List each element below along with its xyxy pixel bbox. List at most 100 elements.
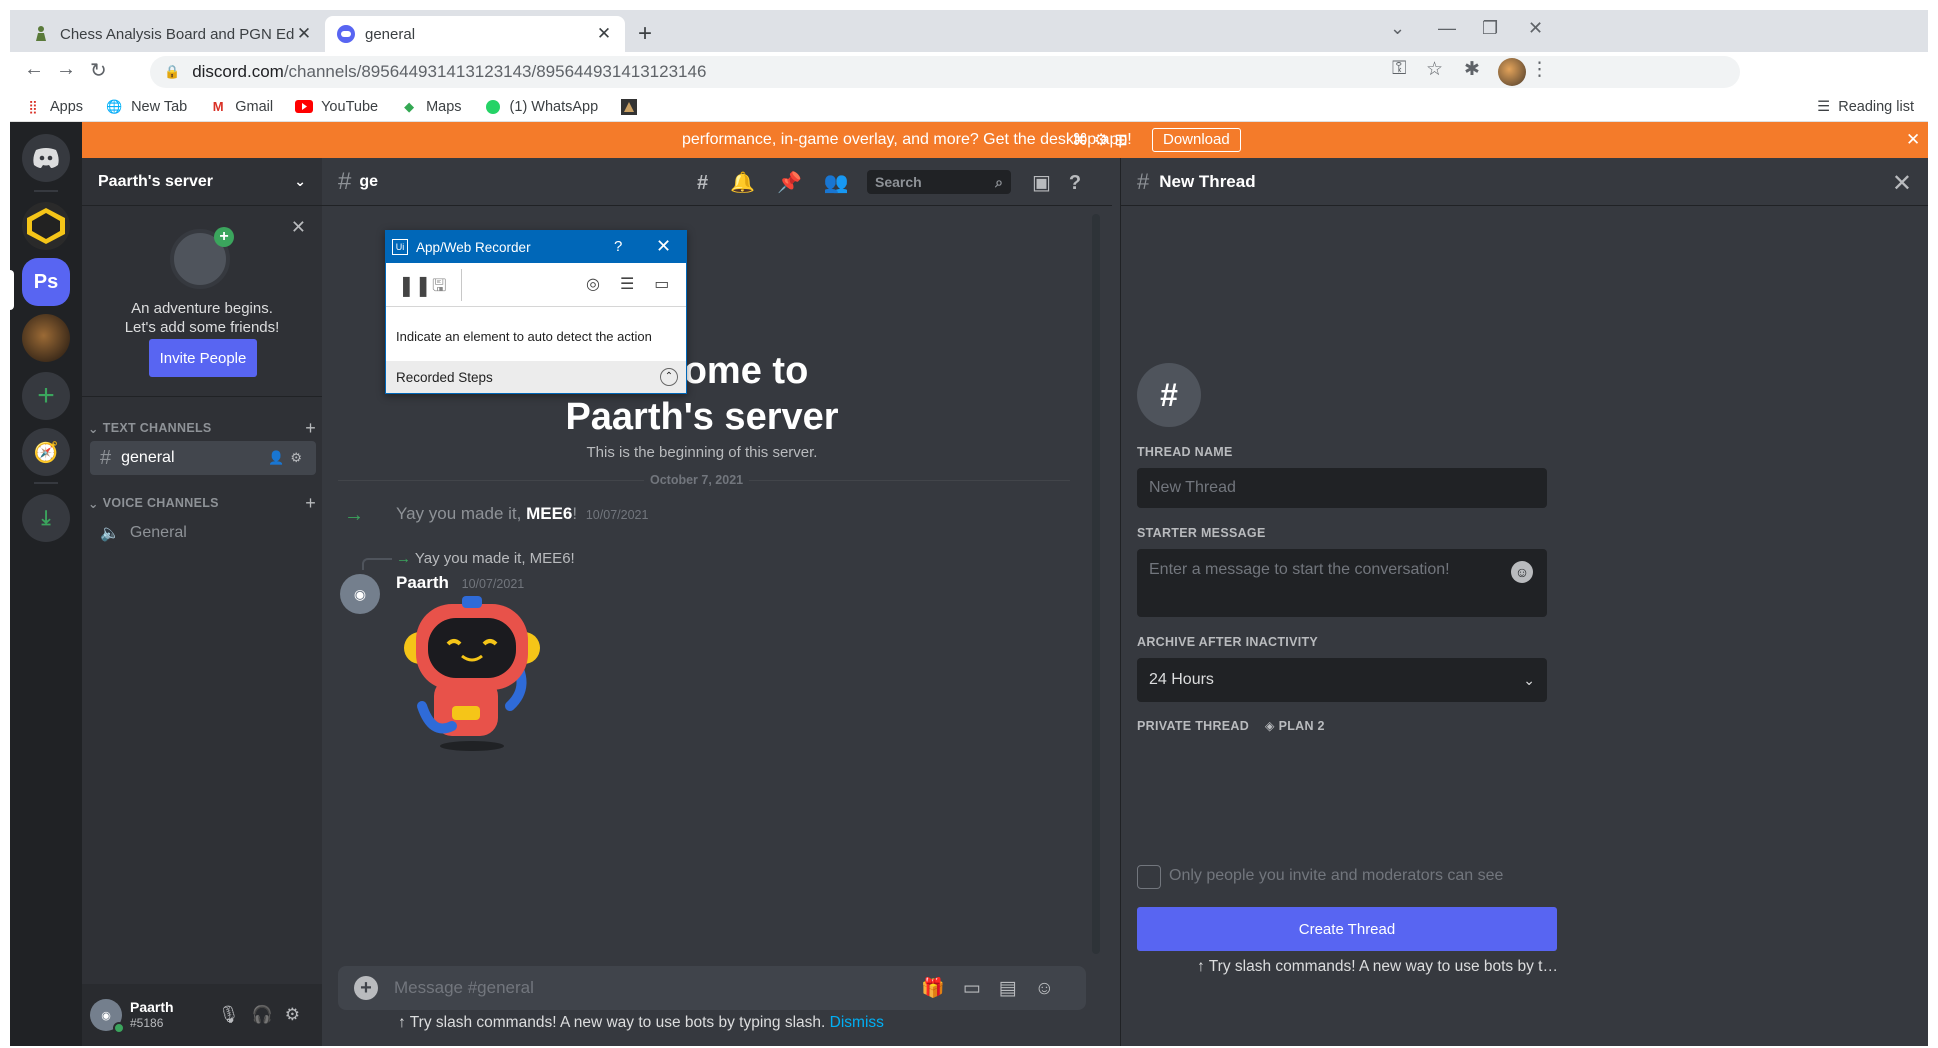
profile-avatar[interactable] — [1498, 58, 1526, 86]
close-icon[interactable]: ✕ — [291, 217, 306, 238]
chevron-down-icon: ⌄ — [1523, 671, 1535, 688]
attach-plus-icon[interactable]: + — [354, 976, 378, 1000]
category-text-channels[interactable]: ⌄ TEXT CHANNELS + — [88, 418, 316, 438]
star-icon[interactable]: ☆ — [1426, 58, 1443, 81]
create-channel-icon[interactable]: + — [305, 418, 316, 439]
friends-illustration-icon: + — [170, 227, 234, 289]
compass-icon: 🧭 — [33, 441, 59, 464]
bookmark-chess[interactable] — [620, 98, 646, 116]
url-text: discord.com/channels/895644931413123143/… — [192, 62, 706, 82]
save-icon[interactable]: 🖫 — [432, 273, 446, 302]
close-icon[interactable]: ✕ — [1892, 169, 1912, 198]
tab-search-icon[interactable]: ⌄ — [1390, 18, 1405, 39]
banner-download-button[interactable]: Download — [1152, 128, 1241, 152]
message-author[interactable]: Paarth — [396, 573, 449, 592]
search-input[interactable]: Search ⌕ — [867, 170, 1011, 194]
discord-avatar-icon: ◉ — [353, 585, 367, 602]
discord-icon — [337, 25, 355, 43]
reply-reference[interactable]: → Yay you made it, MEE6! — [396, 550, 575, 567]
screen: Chess Analysis Board and PGN Ed ✕ genera… — [0, 0, 1938, 1048]
menu-dots-icon[interactable]: ⋮ — [1530, 58, 1549, 81]
user-controls[interactable]: 🎙🎧⚙ — [218, 1005, 312, 1025]
archive-select[interactable]: 24 Hours ⌄ — [1137, 658, 1547, 702]
plan-badge-label: PLAN 2 — [1278, 719, 1325, 733]
message-composer[interactable]: + Message #general 🎁▭▤☺ — [338, 966, 1086, 1010]
private-thread-checkbox[interactable] — [1137, 865, 1161, 889]
dismiss-link[interactable]: Dismiss — [830, 1014, 884, 1031]
starter-message-input[interactable]: Enter a message to start the conversatio… — [1137, 549, 1547, 617]
app-web-recorder: Ui App/Web Recorder ? ✕ ❚❚ 🖫 ◎☰▭ Indicat… — [385, 230, 687, 394]
composer-icons[interactable]: 🎁▭▤☺ — [921, 976, 1072, 1000]
new-tab-icon[interactable]: + — [638, 20, 652, 48]
bookmark-whatsapp[interactable]: (1) WhatsApp — [484, 98, 598, 116]
recorder-tool-icons[interactable]: ◎☰▭ — [586, 274, 689, 294]
recorder-titlebar[interactable]: Ui App/Web Recorder ? ✕ — [386, 231, 686, 263]
add-server-button[interactable]: + — [22, 372, 70, 420]
server-header[interactable]: Paarth's server ⌄ — [82, 158, 322, 206]
avatar[interactable]: ◉ — [90, 999, 125, 1034]
extensions-icon[interactable]: ✱ — [1464, 58, 1480, 81]
restore-icon[interactable]: ❐ — [1482, 18, 1498, 39]
bookmark-youtube[interactable]: YouTube — [295, 98, 378, 116]
invite-people-button[interactable]: Invite People — [149, 339, 257, 377]
message-avatar[interactable]: ◉ — [340, 574, 380, 614]
starter-message-placeholder: Enter a message to start the conversatio… — [1149, 561, 1450, 578]
minimize-icon[interactable]: — — [1438, 18, 1456, 39]
hash-icon: # — [338, 167, 352, 195]
reply-text: Yay you made it, MEE6! — [414, 550, 575, 567]
key-icon[interactable]: ⚿ — [1392, 58, 1406, 80]
category-voice-channels[interactable]: ⌄ VOICE CHANNELS + — [88, 493, 316, 513]
server-name: Paarth's server — [98, 172, 213, 190]
server-paarths[interactable]: Ps — [22, 258, 70, 306]
boost-icon: ◈ — [1264, 719, 1275, 733]
thread-name-input[interactable]: New Thread — [1137, 468, 1547, 508]
banner-close-icon[interactable]: ✕ — [1906, 130, 1920, 150]
tab-strip: Chess Analysis Board and PGN Ed ✕ genera… — [10, 10, 1928, 52]
close-icon[interactable]: ✕ — [656, 236, 671, 257]
close-tab-icon[interactable]: ✕ — [595, 24, 613, 44]
recorded-steps-bar[interactable]: Recorded Steps ⌃ — [386, 361, 686, 393]
back-icon[interactable]: ← — [24, 58, 44, 81]
platform-icons: ⌘⚙⊞ — [1072, 132, 1134, 149]
create-channel-icon[interactable]: + — [305, 493, 316, 514]
tab-title: general — [365, 25, 416, 43]
bookmark-apps[interactable]: ⣿ Apps — [24, 98, 83, 116]
slash-arrow-icon: ↑ — [398, 1014, 406, 1031]
voice-channel-general[interactable]: 🔈 General — [90, 516, 316, 550]
bookmark-gmail[interactable]: M Gmail — [209, 98, 273, 116]
download-apps-button[interactable]: ⤓ — [22, 494, 70, 542]
bookmark-label: YouTube — [321, 98, 379, 115]
join-timestamp: 10/07/2021 — [585, 508, 649, 522]
reload-icon[interactable]: ↻ — [90, 58, 107, 83]
join-name[interactable]: MEE6 — [526, 504, 572, 523]
collapse-icon[interactable]: ⌃ — [660, 368, 678, 386]
user-name: Paarth — [130, 999, 174, 1015]
chat-scrollbar[interactable] — [1092, 214, 1100, 954]
close-tab-icon[interactable]: ✕ — [295, 24, 313, 44]
explore-servers-button[interactable]: 🧭 — [22, 428, 70, 476]
plus-icon: + — [37, 379, 55, 412]
close-window-icon[interactable]: ✕ — [1528, 18, 1543, 39]
help-icon[interactable]: ? — [614, 238, 622, 255]
forward-icon[interactable]: → — [56, 58, 76, 81]
server-chess[interactable] — [22, 314, 70, 362]
user-info[interactable]: Paarth #5186 — [130, 999, 174, 1031]
message-timestamp: 10/07/2021 — [461, 577, 525, 591]
header-icons-right[interactable]: ▣? — [1032, 170, 1099, 195]
active-server-pill — [10, 270, 14, 310]
header-icons[interactable]: #🔔📌👥 — [697, 170, 871, 195]
server-codecell[interactable] — [22, 202, 70, 250]
discord-home-button[interactable] — [22, 134, 70, 182]
channel-actions-icon[interactable]: 👤⚙ — [268, 450, 308, 466]
channel-general[interactable]: # general 👤⚙ — [90, 441, 316, 475]
bookmark-maps[interactable]: ◆ Maps — [400, 98, 461, 116]
create-thread-button[interactable]: Create Thread — [1137, 907, 1557, 951]
slash-arrow-icon: ↑ — [1197, 958, 1205, 975]
reading-list[interactable]: ☰ Reading list — [1817, 99, 1914, 115]
search-placeholder: Search — [875, 174, 922, 190]
pause-icon[interactable]: ❚❚ — [398, 273, 432, 298]
tab-general[interactable]: general ✕ — [325, 16, 625, 52]
emoji-icon[interactable]: ☺ — [1511, 561, 1533, 583]
tab-chess[interactable]: Chess Analysis Board and PGN Ed ✕ — [20, 16, 325, 52]
bookmark-new-tab[interactable]: 🌐 New Tab — [105, 98, 187, 116]
